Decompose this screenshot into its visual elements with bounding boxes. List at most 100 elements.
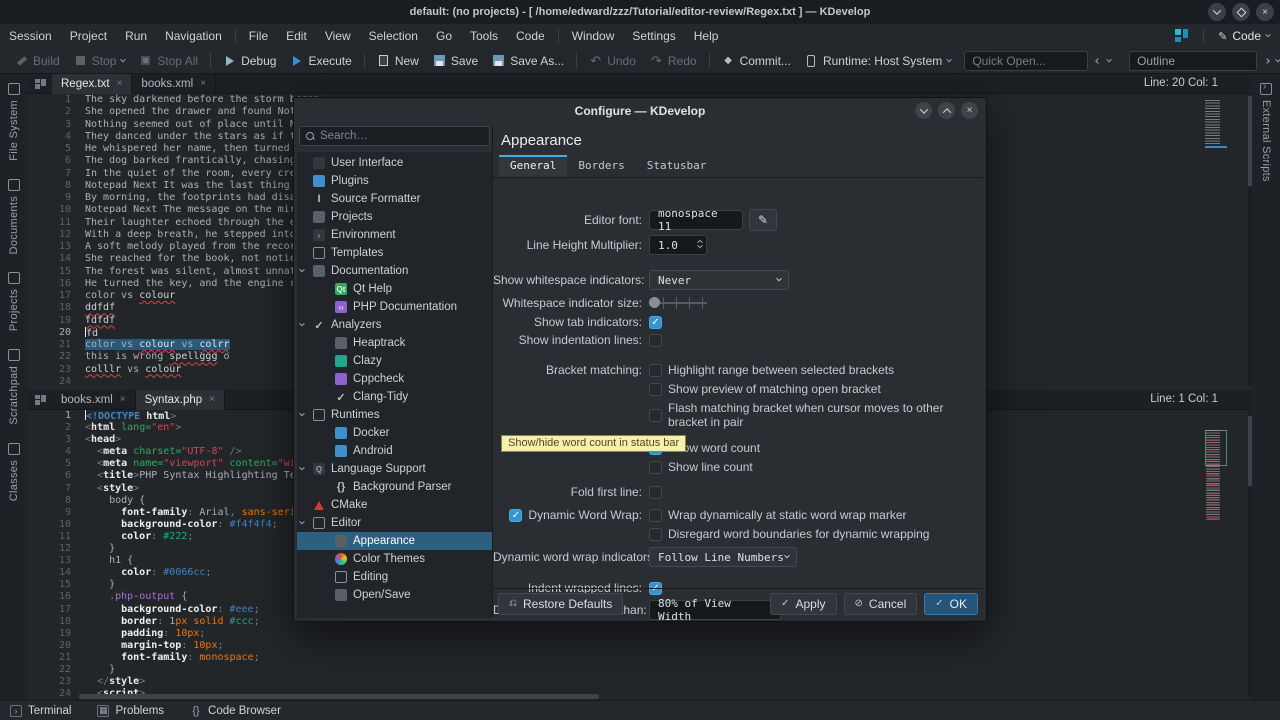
settings-search-input[interactable]: Search… <box>299 126 490 146</box>
close-tab-icon[interactable]: × <box>120 394 126 405</box>
settings-item-language-support[interactable]: QLanguage Support <box>297 460 492 478</box>
settings-item-documentation[interactable]: Documentation <box>297 262 492 280</box>
slider-handle[interactable] <box>649 297 660 308</box>
settings-item-user-interface[interactable]: User Interface <box>297 154 492 172</box>
expander-icon[interactable] <box>299 267 305 273</box>
settings-item-analyzers[interactable]: ✓Analyzers <box>297 316 492 334</box>
runtime-host-system-button[interactable]: Runtime: Host System <box>798 51 958 71</box>
close-tab-icon[interactable]: × <box>209 394 215 405</box>
redo-button[interactable]: ↷Redo <box>643 51 704 71</box>
minimap-top[interactable] <box>1205 100 1227 148</box>
menu-view[interactable]: View <box>316 25 360 47</box>
settings-item-plugins[interactable]: Plugins <box>297 172 492 190</box>
expander-icon[interactable] <box>299 321 305 327</box>
tab-indicators-checkbox[interactable] <box>649 316 662 329</box>
dynamic-word-wrap-checkbox[interactable] <box>509 509 522 522</box>
menu-help[interactable]: Help <box>685 25 728 47</box>
dock-tab-classes[interactable]: Classes <box>0 434 27 510</box>
execute-button[interactable]: Execute <box>283 51 358 71</box>
settings-item-templates[interactable]: Templates <box>297 244 492 262</box>
tab-syntax-php[interactable]: Syntax.php× <box>136 390 225 410</box>
debug-button[interactable]: Debug <box>216 51 283 71</box>
settings-item-docker[interactable]: Docker <box>297 424 492 442</box>
settings-item-environment[interactable]: ›Environment <box>297 226 492 244</box>
apply-button[interactable]: ✓ Apply <box>770 593 836 615</box>
dock-tab-file-system[interactable]: File System <box>0 74 27 170</box>
close-button[interactable]: × <box>1256 3 1274 21</box>
code-session-button[interactable]: ✎ Code <box>1208 26 1280 46</box>
maximize-button[interactable] <box>1232 3 1250 21</box>
restore-defaults-button[interactable]: ⎌ Restore Defaults <box>498 593 623 615</box>
session-grid-icon[interactable] <box>1175 29 1189 43</box>
dialog-close-button[interactable]: × <box>961 102 978 119</box>
quick-open-input[interactable]: Quick Open... <box>964 51 1088 71</box>
settings-item-runtimes[interactable]: Runtimes <box>297 406 492 424</box>
expander-icon[interactable] <box>299 465 305 471</box>
menu-session[interactable]: Session <box>0 25 61 47</box>
settings-item-clazy[interactable]: Clazy <box>297 352 492 370</box>
stop-all-button[interactable]: Stop All <box>132 51 205 71</box>
build-button[interactable]: Build <box>8 51 67 71</box>
settings-item-android[interactable]: Android <box>297 442 492 460</box>
editor-font-value[interactable]: monospace 11 <box>649 210 743 230</box>
fold-first-line-checkbox[interactable] <box>649 486 662 499</box>
menu-go[interactable]: Go <box>427 25 461 47</box>
line-height-spinbox[interactable]: 1.0 <box>649 235 707 255</box>
menu-tools[interactable]: Tools <box>461 25 507 47</box>
document-switcher-icon[interactable] <box>35 79 46 89</box>
choose-font-button[interactable]: ✎ <box>749 209 777 231</box>
stop-button[interactable]: Stop <box>67 51 133 71</box>
menu-edit[interactable]: Edit <box>277 25 316 47</box>
tab-books-xml[interactable]: books.xml× <box>52 390 136 410</box>
menu-selection[interactable]: Selection <box>360 25 427 47</box>
settings-item-heaptrack[interactable]: Heaptrack <box>297 334 492 352</box>
horizontal-scrollbar[interactable] <box>79 694 599 699</box>
whitespace-indicators-dropdown[interactable]: Never <box>649 270 789 290</box>
close-tab-icon[interactable]: × <box>117 78 123 89</box>
settings-item-color-themes[interactable]: Color Themes <box>297 550 492 568</box>
tab-regex-txt[interactable]: Regex.txt× <box>52 74 132 94</box>
dialog-restore-button[interactable] <box>938 102 955 119</box>
wrap-static-marker-checkbox[interactable] <box>649 509 662 522</box>
expander-icon[interactable] <box>299 519 305 525</box>
settings-item-background-parser[interactable]: {}Background Parser <box>297 478 492 496</box>
menu-run[interactable]: Run <box>116 25 156 47</box>
menu-file[interactable]: File <box>240 25 277 47</box>
whitespace-size-slider[interactable] <box>649 296 707 310</box>
flash-bracket-checkbox[interactable] <box>649 409 662 422</box>
undo-button[interactable]: ↶Undo <box>582 51 643 71</box>
settings-item-clang-tidy[interactable]: ✓Clang-Tidy <box>297 388 492 406</box>
settings-item-appearance[interactable]: Appearance <box>297 532 492 550</box>
indentation-lines-checkbox[interactable] <box>649 334 662 347</box>
tab-books-xml[interactable]: books.xml× <box>132 74 216 94</box>
commit-button[interactable]: ◆Commit... <box>715 51 798 71</box>
settings-item-qt-help[interactable]: QtQt Help <box>297 280 492 298</box>
outline-input[interactable]: Outline <box>1129 51 1257 71</box>
menu-navigation[interactable]: Navigation <box>156 25 231 47</box>
show-preview-checkbox[interactable] <box>649 383 662 396</box>
settings-item-source-formatter[interactable]: ISource Formatter <box>297 190 492 208</box>
minimize-button[interactable] <box>1208 3 1226 21</box>
menu-window[interactable]: Window <box>563 25 624 47</box>
dock-tab-scratchpad[interactable]: Scratchpad <box>0 340 27 434</box>
minimap-bottom[interactable] <box>1205 430 1227 562</box>
dww-indicators-dropdown[interactable]: Follow Line Numbers <box>649 547 797 567</box>
panel-tab-borders[interactable]: Borders <box>567 155 635 177</box>
settings-item-editing[interactable]: Editing <box>297 568 492 586</box>
new-button[interactable]: New <box>370 51 426 71</box>
menu-code[interactable]: Code <box>507 25 554 47</box>
disregard-boundaries-checkbox[interactable] <box>649 528 662 541</box>
settings-item-editor[interactable]: Editor <box>297 514 492 532</box>
document-switcher-icon[interactable] <box>35 395 46 405</box>
highlight-range-checkbox[interactable] <box>649 364 662 377</box>
settings-item-cmake[interactable]: CMake <box>297 496 492 514</box>
dialog-minimize-button[interactable] <box>915 102 932 119</box>
show-line-count-checkbox[interactable] <box>649 461 662 474</box>
statusbar-problems[interactable]: ▦Problems <box>97 705 164 717</box>
statusbar-terminal[interactable]: ›Terminal <box>10 705 71 717</box>
settings-item-php-documentation[interactable]: ‹›PHP Documentation <box>297 298 492 316</box>
save-button[interactable]: Save <box>426 51 485 71</box>
save-as-button[interactable]: Save As... <box>485 51 571 71</box>
menu-project[interactable]: Project <box>61 25 116 47</box>
settings-item-open-save[interactable]: Open/Save <box>297 586 492 604</box>
